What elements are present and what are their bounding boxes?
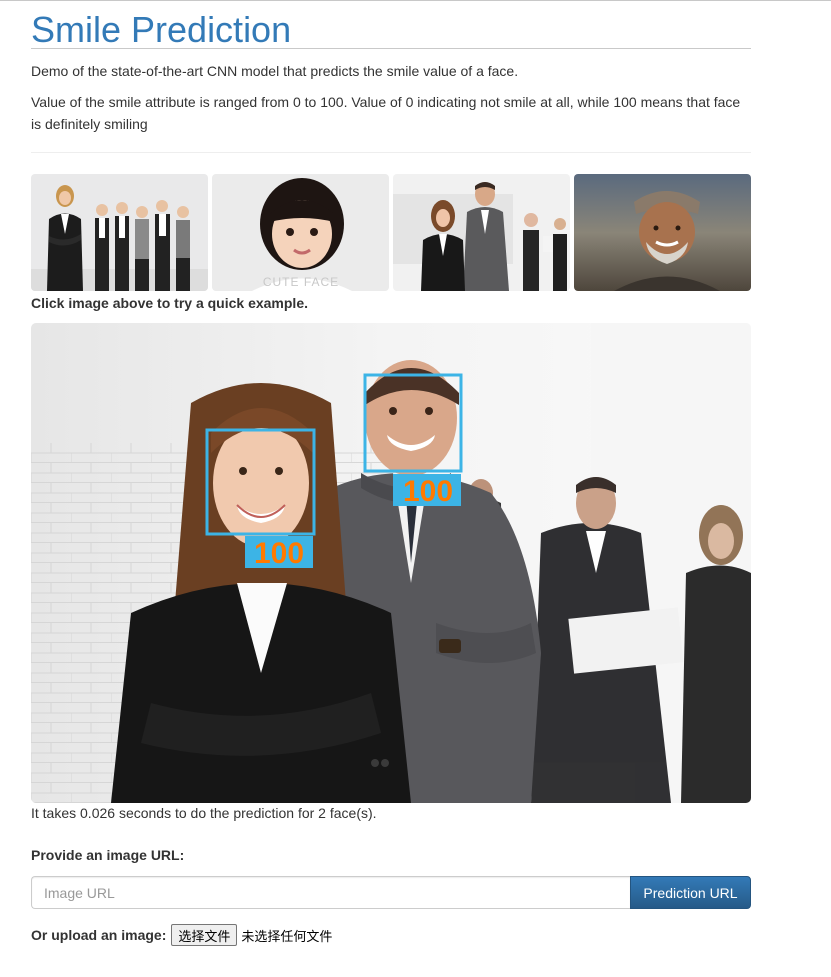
elderly-man-photo-icon: [574, 174, 751, 291]
business-team-photo-icon: [31, 174, 208, 291]
example-hint: Click image above to try a quick example…: [31, 295, 308, 311]
example-thumb-elderly[interactable]: [574, 174, 751, 291]
title-divider: [31, 48, 751, 49]
watermark-text: CUTE FACE: [263, 275, 339, 289]
prediction-url-button[interactable]: Prediction URL: [630, 876, 751, 909]
url-label: Provide an image URL:: [31, 847, 185, 863]
business-people-photo-icon: [393, 174, 570, 291]
office-photo-icon: 100 100: [31, 323, 751, 803]
example-thumbnails: CUTE FACE: [31, 174, 751, 291]
face-score-man: 100: [403, 475, 453, 508]
description-range: Value of the smile attribute is ranged f…: [31, 94, 741, 132]
page-title: Smile Prediction: [31, 9, 292, 50]
choose-file-button[interactable]: 选择文件: [171, 924, 238, 946]
description-intro: Demo of the state-of-the-art CNN model t…: [31, 63, 519, 79]
prediction-timing: It takes 0.026 seconds to do the predict…: [31, 805, 377, 821]
example-thumb-team[interactable]: [31, 174, 208, 291]
section-divider: [31, 152, 751, 153]
image-url-input[interactable]: [31, 876, 630, 909]
example-thumb-child[interactable]: CUTE FACE: [212, 174, 389, 291]
prediction-result-image: 100 100: [31, 323, 751, 803]
child-portrait-photo-icon: CUTE FACE: [212, 174, 389, 291]
top-border: [0, 0, 831, 1]
face-score-woman: 100: [254, 537, 304, 570]
no-file-chosen-text: 未选择任何文件: [241, 929, 333, 945]
upload-label: Or upload an image:: [31, 927, 167, 943]
upload-form: Or upload an image: 选择文件 未选择任何文件: [31, 924, 332, 946]
url-form: Prediction URL: [31, 876, 751, 909]
example-thumb-business[interactable]: [393, 174, 570, 291]
